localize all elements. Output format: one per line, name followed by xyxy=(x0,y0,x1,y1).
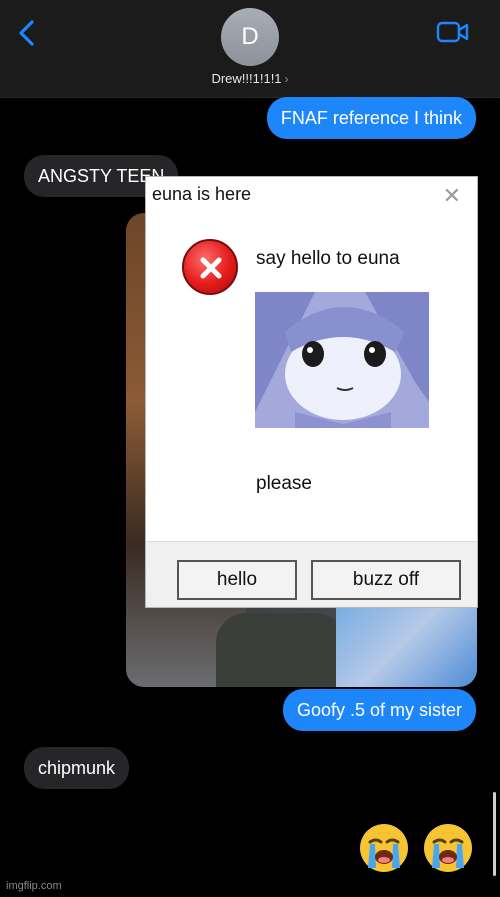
message-text: FNAF reference I think xyxy=(280,108,462,128)
loudly-crying-emoji[interactable] xyxy=(422,822,474,874)
close-icon[interactable]: ✕ xyxy=(443,183,461,209)
chevron-right-icon: › xyxy=(284,72,289,86)
contact-name-text: Drew!!!1!1!1 xyxy=(211,71,282,86)
facetime-video-button[interactable] xyxy=(436,20,470,44)
error-dialog: euna is here ✕ say hello to euna please … xyxy=(145,176,478,608)
message-text: Goofy .5 of my sister xyxy=(296,700,462,720)
contact-avatar[interactable]: D xyxy=(221,8,279,66)
watermark: imgflip.com xyxy=(6,880,62,892)
video-camera-icon xyxy=(436,21,469,43)
message-bubble-sent[interactable]: Goofy .5 of my sister xyxy=(282,689,476,731)
loudly-crying-emoji[interactable] xyxy=(358,822,410,874)
anime-character-image xyxy=(255,292,429,428)
contact-name[interactable]: Drew!!!1!1!1 › xyxy=(0,71,500,86)
dialog-title: euna is here xyxy=(152,184,252,204)
avatar-initial: D xyxy=(241,23,259,50)
hello-button[interactable]: hello xyxy=(177,560,297,600)
message-bubble-sent[interactable]: FNAF reference I think xyxy=(266,97,476,139)
error-icon xyxy=(182,239,238,295)
conversation-header: D Drew!!!1!1!1 › xyxy=(0,0,500,98)
dialog-message: say hello to euna xyxy=(256,248,400,269)
back-button[interactable] xyxy=(14,18,42,48)
photo-region xyxy=(216,613,346,687)
buzz-off-button[interactable]: buzz off xyxy=(311,560,461,600)
message-text: chipmunk xyxy=(38,758,116,778)
dialog-footer-text: please xyxy=(256,473,312,494)
scrollbar[interactable] xyxy=(493,792,496,876)
chevron-left-icon xyxy=(19,20,34,46)
message-bubble-received[interactable]: chipmunk xyxy=(24,747,130,789)
dialog-button-bar: hello buzz off xyxy=(146,541,477,607)
